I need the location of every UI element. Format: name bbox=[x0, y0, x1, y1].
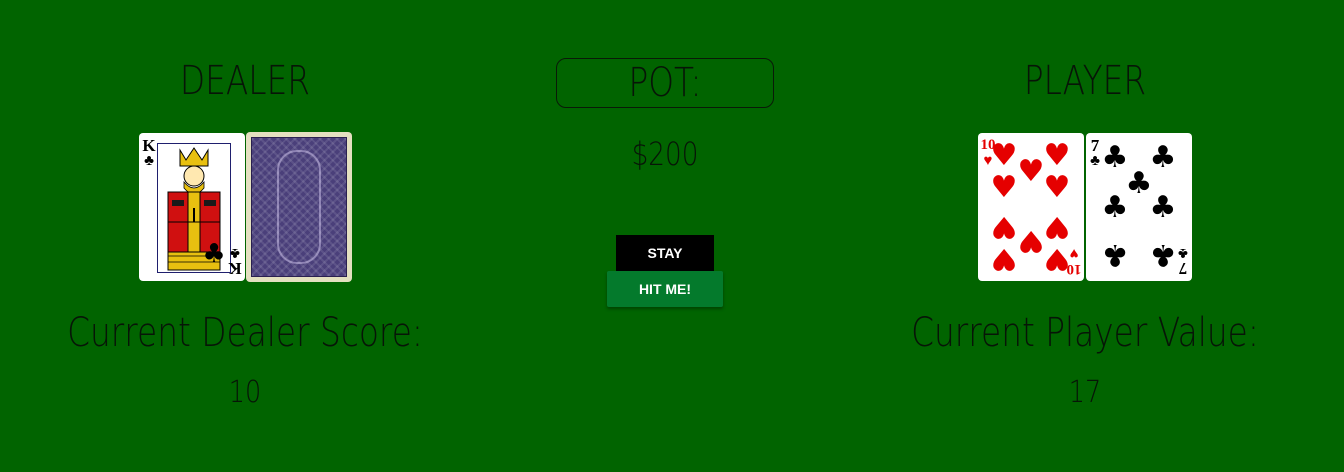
hearts-icon: ♥ bbox=[990, 209, 1018, 244]
card-rank: 10 bbox=[1066, 261, 1082, 277]
clubs-icon: ♣ bbox=[230, 245, 240, 261]
clubs-icon: ♣ bbox=[202, 239, 226, 269]
hearts-icon: ♥ bbox=[1043, 209, 1071, 244]
player-score-label: Current Player Value: bbox=[911, 310, 1259, 356]
clubs-icon: ♣ bbox=[144, 153, 154, 169]
card-back-medallion-icon bbox=[277, 150, 321, 264]
pot-amount: $200 bbox=[631, 135, 699, 173]
hearts-icon: ♥ bbox=[1043, 170, 1071, 205]
clubs-icon: ♣ bbox=[1101, 190, 1129, 225]
hearts-icon: ♥ bbox=[1069, 245, 1079, 261]
dealer-hidden-card bbox=[246, 132, 352, 282]
dealer-card-king-of-clubs: K ♣ ♣ K ♣ bbox=[139, 133, 245, 281]
pot-box: POT: bbox=[556, 58, 774, 108]
dealer-score-label: Current Dealer Score: bbox=[67, 310, 423, 356]
hearts-icon: ♥ bbox=[990, 138, 1018, 173]
clubs-icon: ♣ bbox=[1149, 190, 1177, 225]
card-corner-top: K ♣ bbox=[141, 137, 157, 169]
stay-button[interactable]: STAY bbox=[616, 235, 714, 271]
player-title: PLAYER bbox=[1023, 58, 1147, 104]
player-score-value: 17 bbox=[1068, 375, 1102, 410]
hearts-icon: ♥ bbox=[1043, 138, 1071, 173]
hearts-icon: ♥ bbox=[990, 170, 1018, 205]
clubs-icon: ♣ bbox=[1101, 237, 1129, 272]
player-card-ten-of-hearts: 10 ♥ ♥ ♥ ♥ ♥ ♥ ♥ ♥ ♥ ♥ ♥ 10 ♥ bbox=[978, 133, 1084, 281]
hit-me-button[interactable]: HIT ME! bbox=[607, 271, 723, 307]
card-corner-bottom: 7 ♣ bbox=[1175, 245, 1191, 278]
card-back-pattern bbox=[251, 137, 347, 277]
card-rank: K bbox=[228, 259, 242, 278]
dealer-score-value: 10 bbox=[228, 375, 262, 410]
card-corner-bottom: K ♣ bbox=[227, 245, 243, 278]
card-corner-bottom: 10 ♥ bbox=[1065, 245, 1083, 277]
player-card-seven-of-clubs: 7 ♣ ♣ ♣ ♣ ♣ ♣ ♣ ♣ 7 ♣ bbox=[1086, 133, 1192, 281]
hearts-icon: ♥ bbox=[990, 241, 1018, 276]
pot-label: POT: bbox=[628, 60, 702, 106]
clubs-icon: ♣ bbox=[1178, 245, 1188, 261]
clubs-icon: ♣ bbox=[1149, 237, 1177, 272]
card-rank: 7 bbox=[1178, 259, 1188, 278]
dealer-title: DEALER bbox=[179, 58, 311, 104]
